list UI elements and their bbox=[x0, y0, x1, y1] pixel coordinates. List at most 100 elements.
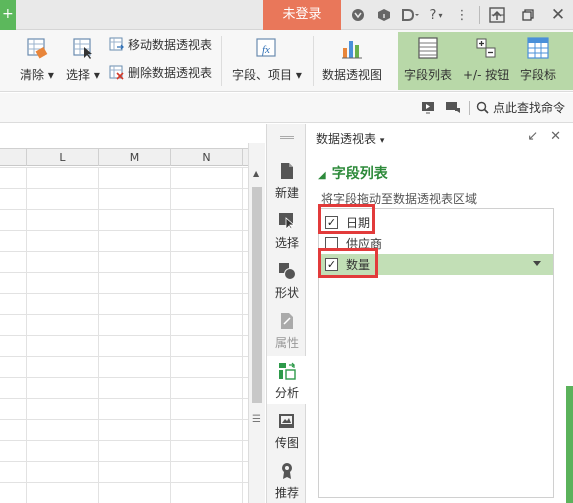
fields-items-button[interactable]: fx 字段、项目 ▾ bbox=[232, 30, 302, 83]
column-header-m[interactable]: M bbox=[98, 149, 170, 166]
find-command-label: 点此查找命令 bbox=[492, 101, 565, 115]
more-icon[interactable]: ⋮ bbox=[449, 0, 475, 30]
panel-title: 数据透视表 bbox=[316, 132, 377, 146]
title-separator bbox=[479, 6, 480, 24]
select-label: 选择 bbox=[66, 68, 91, 82]
delete-pivot-icon bbox=[109, 65, 124, 80]
clear-label: 清除 bbox=[20, 68, 45, 82]
select-icon bbox=[73, 38, 92, 59]
search-icon bbox=[476, 101, 489, 114]
field-list-label: 字段列表 bbox=[404, 68, 453, 82]
properties-tool-label: 属性 bbox=[274, 336, 299, 350]
skin-icon[interactable] bbox=[345, 0, 371, 30]
recommend-tool-button[interactable]: 推荐 bbox=[267, 462, 307, 501]
recommend-tool-label: 推荐 bbox=[274, 486, 299, 500]
pivot-chart-label: 数据透视图 bbox=[322, 68, 383, 82]
new-tool-label: 新建 bbox=[274, 186, 299, 200]
new-tab-button[interactable]: + bbox=[0, 0, 16, 30]
right-edge-tab[interactable] bbox=[566, 386, 573, 503]
image-tool-button[interactable]: 传图 bbox=[267, 412, 307, 451]
field-header-icon bbox=[527, 37, 549, 59]
shapes-icon bbox=[279, 263, 296, 280]
properties-icon bbox=[281, 313, 293, 329]
pivot-chart-button[interactable]: 数据透视图 bbox=[322, 30, 382, 83]
analyze-icon bbox=[279, 362, 296, 380]
move-pivot-label: 移动数据透视表 bbox=[128, 38, 213, 52]
delete-pivot-label: 删除数据透视表 bbox=[128, 66, 213, 80]
svg-text:fx: fx bbox=[262, 44, 270, 56]
grid-line bbox=[170, 167, 171, 503]
shape-tool-label: 形状 bbox=[274, 286, 299, 300]
ribbon-separator bbox=[221, 36, 222, 86]
award-icon bbox=[282, 463, 292, 479]
field-dropdown-icon[interactable] bbox=[533, 261, 541, 266]
cell-grid[interactable] bbox=[0, 167, 248, 503]
new-tool-button[interactable]: 新建 bbox=[267, 162, 307, 201]
pivot-table-panel: 数据透视表 ▾ ↙ ✕ ◢ 字段列表 将字段拖动至数据透视表区域 ✓ 日期 供应商… bbox=[307, 124, 573, 503]
formula-icon: fx bbox=[256, 38, 276, 57]
analyze-tool-button[interactable]: 分析 bbox=[267, 356, 307, 404]
image-tool-label: 传图 bbox=[274, 436, 299, 450]
move-pivot-button[interactable]: 移动数据透视表 bbox=[109, 36, 212, 53]
highlight-box-quantity bbox=[318, 248, 378, 278]
undock-icon[interactable]: ↙ bbox=[527, 129, 538, 144]
field-list-icon bbox=[418, 37, 438, 59]
field-header-button[interactable]: 字段标 bbox=[520, 30, 556, 83]
side-tool-strip: 新建 选择 形状 属性 分析 传图 推荐 bbox=[266, 124, 307, 503]
share-dropdown-icon[interactable] bbox=[397, 0, 423, 30]
ribbon-toolbar: 清除 ▾ 选择 ▾ 移动数据透视表 删除数据透视表 fx 字段、项目 ▾ 数据透… bbox=[0, 30, 573, 92]
tab-label: + bbox=[2, 6, 14, 22]
close-icon[interactable]: ✕ bbox=[543, 0, 573, 30]
panel-title-dropdown[interactable]: 数据透视表 ▾ bbox=[316, 130, 384, 147]
scrollbar-thumb[interactable] bbox=[252, 187, 262, 403]
help-icon[interactable]: ? ▾ bbox=[423, 0, 449, 30]
select-tool-button[interactable]: 选择 bbox=[267, 212, 307, 251]
column-header-l[interactable]: L bbox=[26, 149, 98, 166]
field-list-section-toggle[interactable]: ◢ 字段列表 bbox=[318, 163, 388, 183]
plus-minus-label: +/- 按钮 bbox=[463, 68, 510, 82]
screen-play-icon[interactable] bbox=[421, 101, 435, 114]
title-bar: + 未登录 ? ▾ ⋮ — ✕ bbox=[0, 0, 573, 30]
plus-minus-icon bbox=[476, 38, 496, 58]
delete-pivot-button[interactable]: 删除数据透视表 bbox=[109, 64, 212, 81]
move-pivot-icon bbox=[109, 37, 124, 51]
new-document-icon bbox=[281, 163, 293, 179]
field-header-label: 字段标 bbox=[520, 68, 557, 82]
login-button[interactable]: 未登录 bbox=[263, 0, 341, 30]
select-button[interactable]: 选择 ▾ bbox=[66, 30, 100, 83]
field-list-button[interactable]: 字段列表 bbox=[404, 30, 452, 83]
grid-line bbox=[26, 167, 27, 503]
collapse-triangle-icon: ◢ bbox=[318, 170, 326, 181]
pivot-chart-icon bbox=[342, 41, 362, 59]
vertical-scrollbar[interactable]: ▲ bbox=[248, 143, 265, 503]
scroll-up-arrow-icon[interactable]: ▲ bbox=[253, 169, 259, 178]
shape-tool-button[interactable]: 形状 bbox=[267, 262, 307, 301]
help-label: ? bbox=[429, 7, 437, 23]
panel-close-icon[interactable]: ✕ bbox=[550, 129, 561, 144]
properties-tool-button[interactable]: 属性 bbox=[267, 312, 307, 351]
analyze-tool-label: 分析 bbox=[274, 386, 299, 400]
minimize-icon[interactable]: — bbox=[483, 0, 513, 30]
fields-items-label: 字段、项目 bbox=[232, 68, 293, 82]
spreadsheet-area[interactable]: L M N bbox=[0, 124, 248, 503]
sub-toolbar: 点此查找命令 bbox=[0, 93, 573, 123]
select-tool-label: 选择 bbox=[274, 236, 299, 250]
clear-button[interactable]: 清除 ▾ bbox=[20, 30, 54, 83]
plus-minus-button[interactable]: +/- 按钮 bbox=[463, 30, 509, 83]
find-command-box[interactable]: 点此查找命令 bbox=[421, 99, 565, 116]
cursor-icon bbox=[279, 213, 296, 230]
strip-grip-icon[interactable] bbox=[280, 136, 294, 139]
image-icon bbox=[279, 414, 294, 428]
grid-line bbox=[98, 167, 99, 503]
ribbon-separator bbox=[313, 36, 314, 86]
cube-icon[interactable] bbox=[371, 0, 397, 30]
grid-line bbox=[242, 167, 243, 503]
column-header-row: L M N bbox=[0, 148, 248, 166]
highlight-box-date bbox=[318, 204, 375, 234]
field-list-title: 字段列表 bbox=[331, 166, 388, 182]
splitter-handle-icon[interactable]: ☰ bbox=[252, 414, 261, 425]
column-header-n[interactable]: N bbox=[170, 149, 242, 166]
comment-icon[interactable] bbox=[445, 101, 461, 114]
clear-icon bbox=[27, 38, 48, 59]
restore-icon[interactable] bbox=[513, 0, 543, 30]
